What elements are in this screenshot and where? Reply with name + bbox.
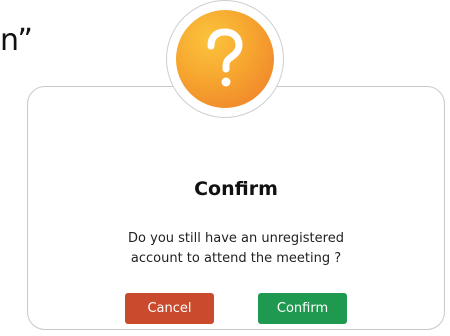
dialog-message-line-1: Do you still have an unregistered xyxy=(128,231,344,246)
dialog-title: Confirm xyxy=(194,178,278,200)
confirm-dialog xyxy=(27,86,445,330)
confirm-button-label: Confirm xyxy=(276,301,329,316)
question-mark-glyph xyxy=(207,28,243,87)
dialog-message-line-2: account to attend the meeting ? xyxy=(130,251,342,266)
question-mark-icon xyxy=(176,10,274,108)
cancel-button[interactable]: Cancel xyxy=(125,293,214,324)
page: n” Confirm Do you still have an unregist… xyxy=(0,0,450,336)
cancel-button-label: Cancel xyxy=(147,301,192,316)
background-text-fragment: n” xyxy=(0,23,33,58)
confirm-button[interactable]: Confirm xyxy=(258,293,347,324)
dialog-message: Do you still have an unregistered accoun… xyxy=(27,229,445,269)
